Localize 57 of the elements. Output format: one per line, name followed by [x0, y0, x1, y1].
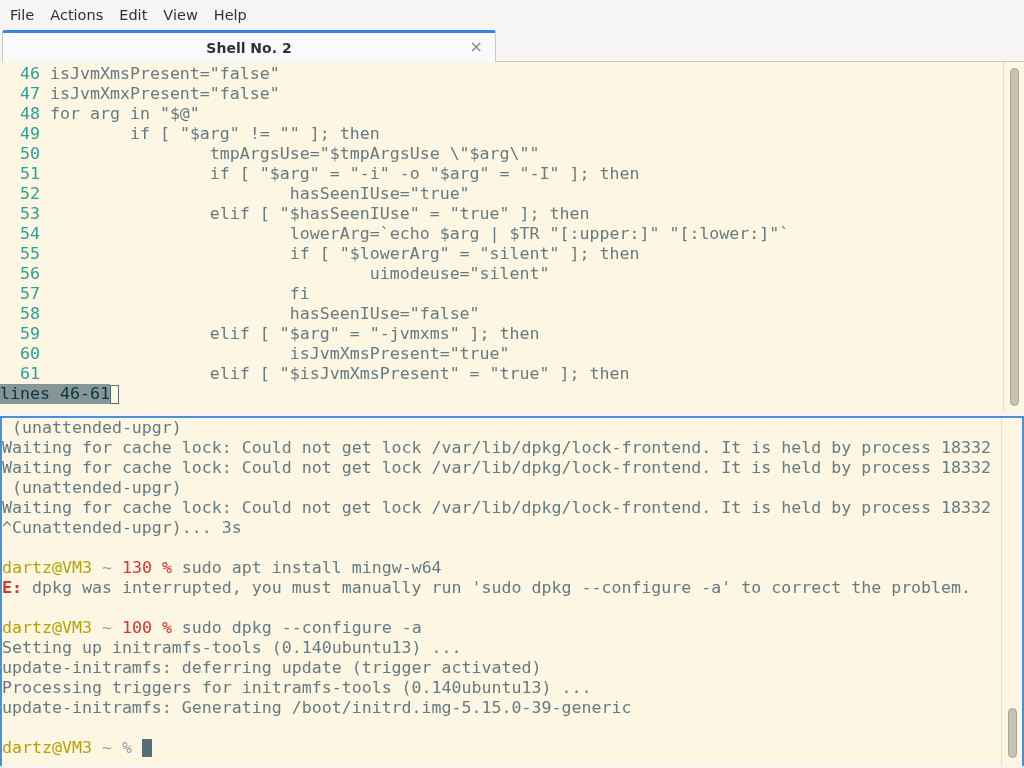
code-line: fi	[288, 284, 310, 304]
terminal-line: Waiting for cache lock: Could not get lock /var/lib/dpkg/lock-frontend. It is held by process 18332	[2, 498, 992, 518]
code-line: isJvmXmsPresent="true"	[288, 344, 510, 364]
code-line: elif [ "$arg" = "-jvmxms" ]; then	[208, 324, 540, 344]
terminal-line: ^Cunattended-upgr)... 3s	[2, 518, 242, 538]
code-line: if [ "$lowerArg" = "silent" ]; then	[288, 244, 640, 264]
scrollbar-thumb[interactable]	[1007, 708, 1017, 758]
code-line: hasSeenIUse="true"	[288, 184, 470, 204]
code-line: uimodeuse="silent"	[368, 264, 550, 284]
code-line: for arg in "$@"	[50, 104, 200, 124]
terminal-line: (unattended-upgr)	[11, 478, 182, 498]
terminal-line: Waiting for cache lock: Could not get lock /var/lib/dpkg/lock-frontend. It is held by process 18332	[2, 438, 992, 458]
terminal-line: update-initramfs: deferring update (trigger activated)	[2, 658, 542, 678]
code-line: hasSeenIUse="false"	[288, 304, 480, 324]
line-number: 47	[19, 84, 41, 104]
line-number: 57	[19, 284, 41, 304]
code-line: isJvmXmsPresent="false"	[50, 64, 280, 84]
line-number: 50	[19, 144, 41, 164]
pager-status: lines 46-61	[0, 384, 110, 404]
text-cursor	[109, 384, 119, 404]
line-number: 49	[19, 124, 41, 144]
line-number: 58	[19, 304, 41, 324]
menu-item[interactable]: Actions	[42, 5, 112, 25]
tab[interactable]: Shell No. 2 ×	[2, 30, 496, 62]
code-line: isJvmXmxPresent="false"	[50, 84, 280, 104]
line-number: 52	[19, 184, 41, 204]
terminal-line: (unattended-upgr)	[11, 418, 182, 438]
line-number: 60	[19, 344, 41, 364]
menu-item[interactable]: Edit	[111, 5, 156, 25]
terminal-line: dartz@VM3 ~ 130 % sudo apt install mingw-w64	[2, 558, 442, 578]
tab-title: Shell No. 2	[206, 39, 292, 56]
terminal-line: Processing triggers for initramfs-tools (0.140ubuntu13) ...	[2, 678, 592, 698]
scrollbar-thumb[interactable]	[1009, 68, 1019, 406]
code-line: elif [ "$hasSeenIUse" = "true" ]; then	[208, 204, 590, 224]
line-number: 51	[19, 164, 41, 184]
terminal-line: Waiting for cache lock: Could not get lock /var/lib/dpkg/lock-frontend. It is held by process 18332	[2, 458, 992, 478]
terminal-line: dartz@VM3 ~ 100 % sudo dpkg --configure -a	[2, 618, 422, 638]
terminal-line: E: dpkg was interrupted, you must manually run 'sudo dpkg --configure -a' to correct the problem.	[2, 578, 972, 598]
line-number: 46	[19, 64, 41, 84]
line-number: 61	[19, 364, 41, 384]
line-number: 54	[19, 224, 41, 244]
line-number: 53	[19, 204, 41, 224]
line-number: 56	[19, 264, 41, 284]
code-line: lowerArg=`echo $arg | $TR "[:upper:]" "[:lower:]"`	[288, 224, 790, 244]
line-number: 55	[19, 244, 41, 264]
code-line: if [ "$arg" = "-i" -o "$arg" = "-I" ]; then	[208, 164, 640, 184]
menu-item[interactable]: View	[155, 5, 206, 25]
terminal-line: update-initramfs: Generating /boot/initrd.img-5.15.0-39-generic	[2, 698, 632, 718]
terminal-line: Setting up initramfs-tools (0.140ubuntu13) ...	[2, 638, 462, 658]
terminal-line: dartz@VM3 ~ %	[2, 738, 132, 758]
line-number: 48	[19, 104, 41, 124]
code-line: elif [ "$isJvmXmsPresent" = "true" ]; then	[208, 364, 630, 384]
code-line: if [ "$arg" != "" ]; then	[128, 124, 380, 144]
code-line: tmpArgsUse="$tmpArgsUse \"$arg\""	[208, 144, 540, 164]
menu-item[interactable]: File	[2, 5, 43, 25]
line-number: 59	[19, 324, 41, 344]
menu-item[interactable]: Help	[205, 5, 255, 25]
